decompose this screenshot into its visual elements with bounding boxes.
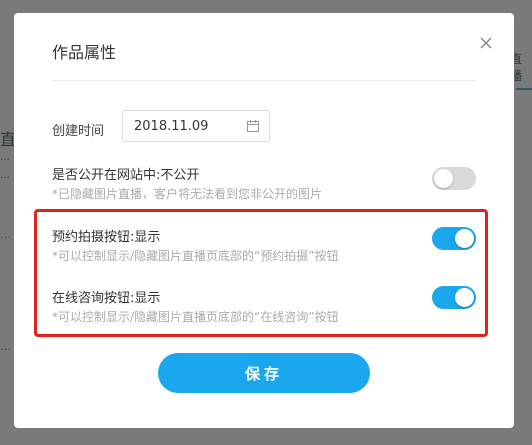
save-button[interactable]: 保存 [158, 353, 370, 393]
background-active-tab-indicator [516, 88, 532, 90]
toggle-knob [455, 288, 474, 307]
consult-button-setting-description: *可以控制显示/隐藏图片直播页底部的“在线咨询”按钮 [52, 310, 339, 324]
close-icon[interactable] [476, 33, 496, 53]
calendar-icon[interactable] [247, 120, 259, 132]
background-text-fragment: … [0, 340, 11, 353]
background-text-fragment: … [0, 170, 10, 181]
toggle-knob [455, 229, 474, 248]
booking-button-toggle[interactable] [432, 227, 476, 250]
toggle-knob [434, 169, 453, 188]
created-date-value: 2018.11.09 [134, 119, 209, 134]
created-date-input[interactable]: 2018.11.09 [122, 110, 270, 142]
consult-button-toggle[interactable] [432, 286, 476, 309]
booking-button-setting-description: *可以控制显示/隐藏图片直播页底部的“预约拍摄”按钮 [52, 249, 339, 263]
consult-button-setting-title: 在线咨询按钮:显示 [52, 291, 161, 306]
dialog-title: 作品属性 [52, 43, 117, 62]
public-setting-toggle[interactable] [432, 167, 476, 190]
header-divider [52, 80, 476, 81]
public-setting-title: 是否公开在网站中:不公开 [52, 168, 200, 183]
created-date-label: 创建时间 [52, 124, 105, 139]
properties-dialog: 作品属性 创建时间 2018.11.09 是否公开在网站中:不公开 *已隐藏图片… [14, 13, 514, 428]
booking-button-setting-title: 预约拍摄按钮:显示 [52, 230, 161, 245]
background-link-fragment: … [0, 228, 11, 241]
background-text-fragment: … [0, 152, 10, 163]
public-setting-description: *已隐藏图片直播，客户将无法看到您非公开的图片 [52, 187, 323, 201]
